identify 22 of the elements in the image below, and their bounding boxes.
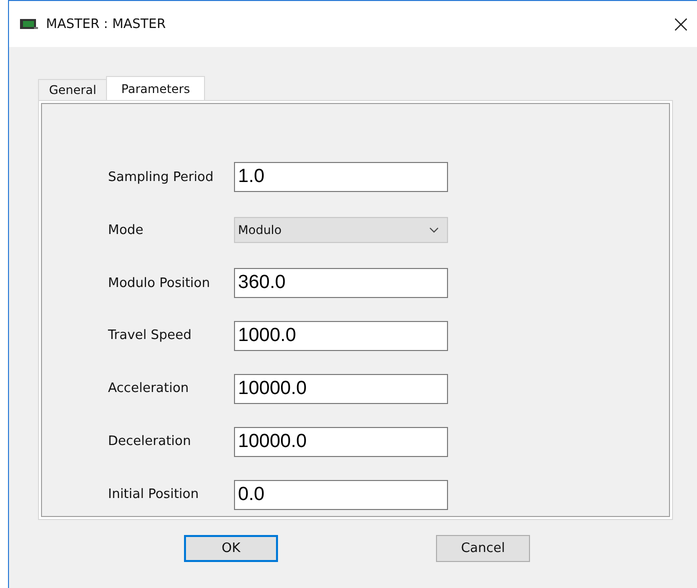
input-field[interactable]: 1000.0 [234,320,448,351]
field-label: Travel Speed [108,328,193,344]
field-label: Modulo Position [108,276,211,291]
field-label: Acceleration [108,381,190,396]
mode-dropdown[interactable]: Modulo [234,217,448,244]
dialog-button[interactable]: OK [184,535,278,562]
field-label: Initial Position [108,487,200,502]
input-field[interactable]: 0.0 [234,480,448,510]
input-field[interactable]: 10000.0 [234,426,448,457]
tab[interactable]: General [38,79,108,100]
input-field[interactable]: 10000.0 [234,374,448,404]
input-field[interactable]: 1.0 [234,162,448,192]
input-field[interactable]: 360.0 [234,268,448,298]
monitor-icon [20,18,38,30]
field-label: Deceleration [108,434,192,450]
dialog-button[interactable]: Cancel [436,535,530,562]
window-title: MASTER : MASTER [46,16,167,32]
field-label: Sampling Period [108,170,215,185]
chevron-down-icon [429,227,439,234]
field-label: Mode [108,222,144,238]
tab[interactable]: Parameters [106,76,205,100]
close-button[interactable]: × [664,12,697,36]
